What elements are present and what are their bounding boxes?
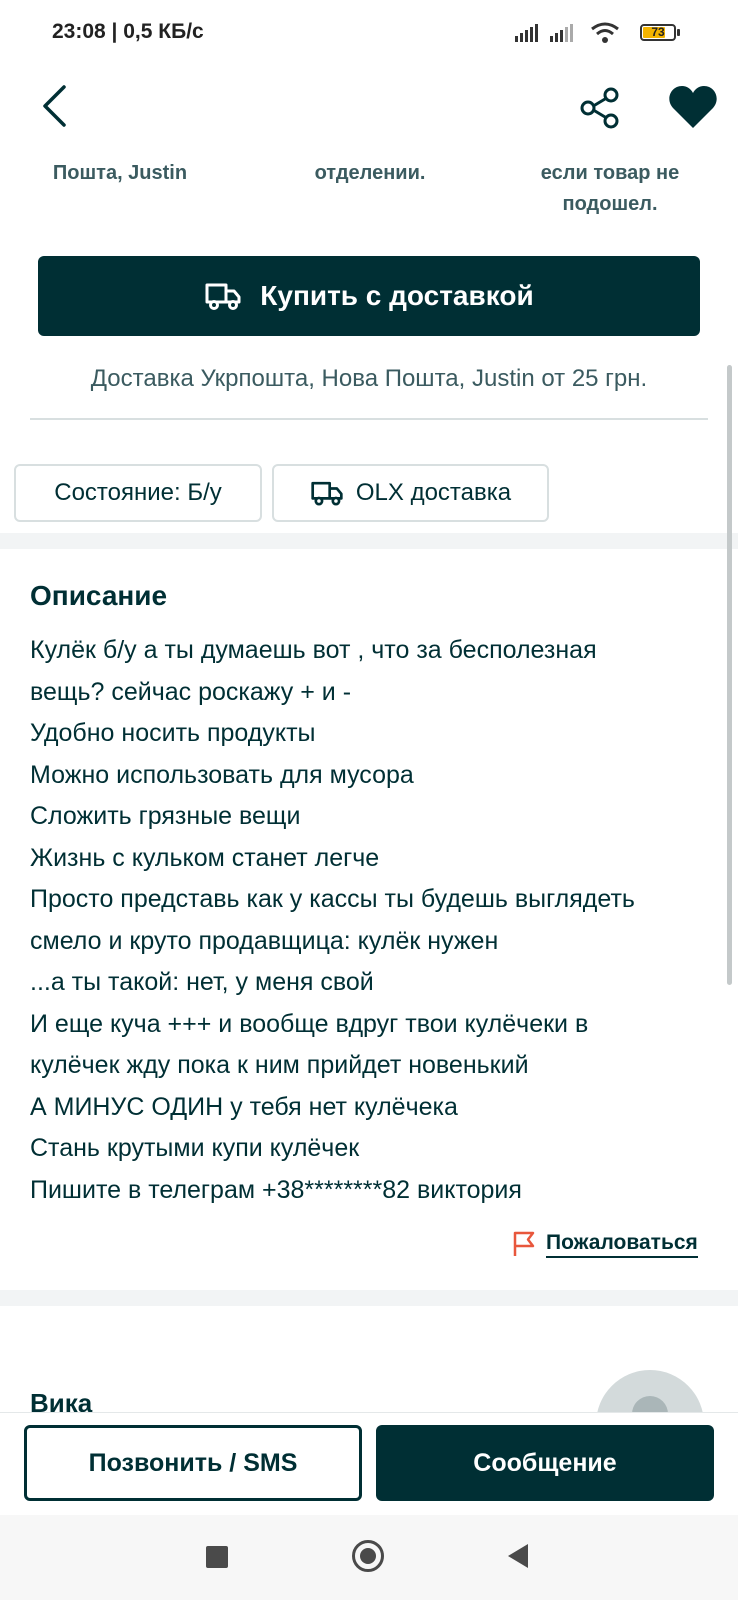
section-separator xyxy=(0,1290,738,1306)
wifi-icon xyxy=(591,22,619,43)
description-line: ...а ты такой: нет, у меня свой xyxy=(30,968,374,996)
home-icon[interactable] xyxy=(352,1540,384,1572)
buy-with-delivery-button[interactable]: Купить с доставкой xyxy=(38,256,700,336)
description-title: Описание xyxy=(30,580,168,611)
share-icon xyxy=(580,87,619,129)
call-sms-label: Позвонить / SMS xyxy=(88,1448,298,1477)
delivery-note: Доставка Укрпошта, Нова Пошта, Justin от… xyxy=(90,365,648,392)
flag-icon xyxy=(513,1231,535,1256)
description-line: Пишите в телеграм +38********82 виктория xyxy=(30,1175,522,1204)
condition-tag-label: Состояние: Б/у xyxy=(54,479,222,506)
back-button[interactable] xyxy=(32,80,76,132)
buy-button-label: Купить с доставкой xyxy=(260,280,534,311)
delivery-info-line: отделении. xyxy=(314,162,426,184)
description-line: Можно использовать для мусора xyxy=(30,760,414,789)
system-back-icon[interactable] xyxy=(508,1544,528,1568)
chevron-left-icon xyxy=(43,85,66,127)
delivery-info-line: Пошта, Justin xyxy=(52,162,188,184)
delivery-info-item: если товар не подошел. xyxy=(520,158,700,220)
report-link[interactable]: Пожаловаться xyxy=(512,1230,698,1258)
scrollbar[interactable] xyxy=(727,365,732,985)
description-line: Жизнь с кульком станет легче xyxy=(30,843,380,872)
condition-tag[interactable]: Состояние: Б/у xyxy=(14,464,262,522)
battery-level: 73 xyxy=(651,25,665,39)
divider xyxy=(30,418,708,420)
delivery-info-line: если товар не xyxy=(540,162,680,184)
message-button[interactable]: Сообщение xyxy=(376,1425,714,1501)
battery-tip xyxy=(677,29,680,36)
truck-icon xyxy=(205,283,241,310)
status-time: 23:08 | 0,5 КБ/с xyxy=(52,20,204,43)
description-line: И еще куча +++ и вообще вдруг твои кулёч… xyxy=(30,1009,589,1038)
signal-icon-2 xyxy=(550,22,578,42)
description-line: Сложить грязные вещи xyxy=(30,802,301,830)
share-button[interactable] xyxy=(576,84,624,132)
description-line: Удобно носить продукты xyxy=(30,719,316,747)
message-label: Сообщение xyxy=(473,1448,617,1477)
heart-icon xyxy=(669,86,717,128)
description-text: Кулёк б/у а ты думаешь вот , что за бесп… xyxy=(30,630,720,1211)
description-line: Кулёк б/у а ты думаешь вот , что за бесп… xyxy=(30,636,597,664)
description-line: Просто представь как у кассы ты будешь в… xyxy=(30,885,635,913)
battery-icon: 73 xyxy=(640,24,676,41)
favorite-button[interactable] xyxy=(668,84,718,132)
call-sms-button[interactable]: Позвонить / SMS xyxy=(24,1425,362,1501)
report-label: Пожаловаться xyxy=(546,1231,698,1258)
description-line: смело и круто продавщица: кулёк нужен xyxy=(30,926,499,955)
signal-icon xyxy=(515,22,543,42)
description-line: кулёчек жду пока к ним прийдет новенький xyxy=(30,1051,529,1079)
olx-delivery-tag[interactable]: OLX доставка xyxy=(272,464,549,522)
truck-icon xyxy=(311,481,343,506)
description-line: вещь? сейчас роскажу + и - xyxy=(30,677,352,706)
delivery-info-item: отделении. xyxy=(300,158,440,189)
description-line: Стань крутыми купи кулёчек xyxy=(30,1134,360,1162)
section-separator xyxy=(0,533,738,549)
olx-delivery-label: OLX доставка xyxy=(355,479,512,506)
description-line: А МИНУС ОДИН у тебя нет кулёчека xyxy=(30,1092,458,1121)
recents-icon[interactable] xyxy=(206,1546,228,1568)
delivery-info-line: подошел. xyxy=(562,193,658,215)
delivery-info-item: Пошта, Justin xyxy=(40,158,200,189)
